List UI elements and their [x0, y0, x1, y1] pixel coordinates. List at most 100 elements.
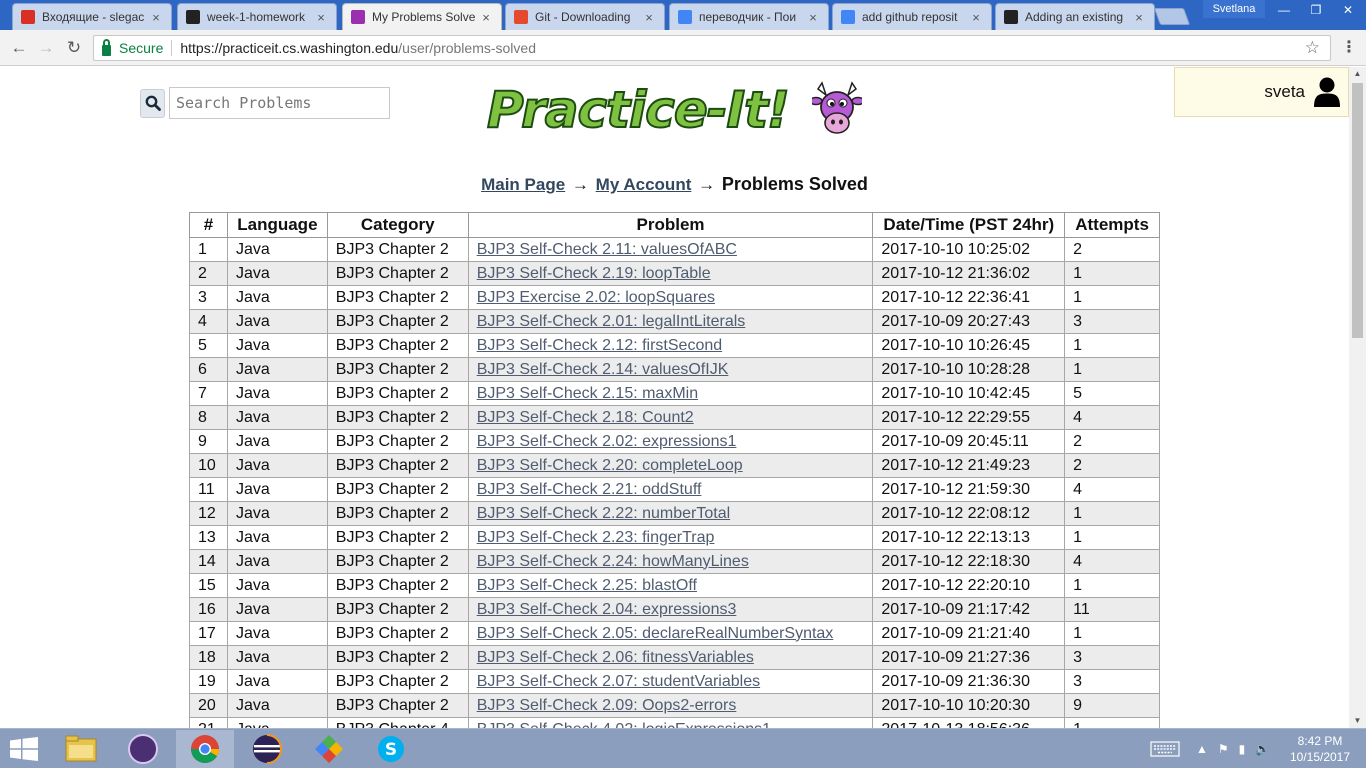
browser-tab[interactable]: Git - Downloading × [505, 3, 665, 30]
github-icon [1004, 10, 1018, 24]
table-row: 1 Java BJP3 Chapter 2 BJP3 Self-Check 2.11:… [189, 237, 1160, 262]
breadcrumb: Main Page → My Account → Problems Solved [0, 174, 1349, 195]
search-input[interactable] [169, 87, 390, 119]
taskbar-github-desktop[interactable] [114, 730, 172, 768]
tab-close-icon[interactable]: × [642, 10, 656, 25]
browser-tab[interactable]: add github reposit × [832, 3, 992, 30]
row-category: BJP3 Chapter 2 [326, 237, 469, 262]
table-row: 12 Java BJP3 Chapter 2 BJP3 Self-Check 2.22… [189, 501, 1160, 526]
row-number: 6 [189, 357, 228, 382]
volume-icon[interactable]: 🔈 [1255, 742, 1270, 756]
page-title: Problems Solved [721, 174, 868, 194]
browser-tab[interactable]: week-1-homework × [177, 3, 337, 30]
problem-link[interactable]: BJP3 Self-Check 2.02: expressions1 [477, 433, 737, 450]
taskbar-tiles-app[interactable] [300, 730, 358, 768]
problem-link[interactable]: BJP3 Self-Check 2.15: maxMin [477, 385, 698, 402]
search-button[interactable] [140, 88, 165, 118]
row-category: BJP3 Chapter 2 [326, 693, 469, 718]
problem-link[interactable]: BJP3 Self-Check 2.25: blastOff [477, 577, 697, 594]
page-content: Practice-It! sveta Main Page → My Accoun… [0, 67, 1349, 728]
problem-link[interactable]: BJP3 Self-Check 2.19: loopTable [477, 265, 711, 282]
table-row: 8 Java BJP3 Chapter 2 BJP3 Self-Check 2.18:… [189, 405, 1160, 430]
page-scrollbar[interactable]: ▲ ▼ [1349, 67, 1366, 728]
problem-link[interactable]: BJP3 Self-Check 2.11: valuesOfABC [477, 241, 737, 258]
row-language: Java [226, 405, 328, 430]
browser-menu-icon[interactable]: ⋮ [1341, 38, 1357, 58]
problem-link[interactable]: BJP3 Self-Check 2.06: fitnessVariables [477, 649, 754, 666]
windows-start-icon[interactable] [10, 737, 38, 761]
github-desktop-icon [128, 734, 158, 764]
tab-close-icon[interactable]: × [479, 10, 493, 25]
problem-link[interactable]: BJP3 Self-Check 2.01: legalIntLiterals [477, 313, 746, 330]
minimize-button[interactable]: — [1268, 0, 1300, 20]
taskbar-skype[interactable]: S [362, 730, 420, 768]
row-number: 15 [189, 573, 228, 598]
row-category: BJP3 Chapter 2 [326, 261, 469, 286]
breadcrumb-my-account[interactable]: My Account [596, 175, 692, 194]
scroll-thumb[interactable] [1352, 83, 1363, 338]
taskbar-eclipse[interactable] [238, 730, 296, 768]
problem-link[interactable]: BJP3 Self-Check 2.07: studentVariables [477, 673, 760, 690]
bookmark-star-icon[interactable]: ☆ [1305, 38, 1320, 58]
row-category: BJP3 Chapter 2 [326, 549, 469, 574]
row-problem-cell: BJP3 Self-Check 2.25: blastOff [467, 573, 874, 598]
network-icon[interactable]: ▮ [1239, 742, 1246, 756]
tab-close-icon[interactable]: × [1132, 10, 1146, 25]
row-datetime: 2017-10-12 21:49:23 [872, 453, 1066, 478]
scroll-up-arrow-icon[interactable]: ▲ [1349, 67, 1366, 81]
back-button[interactable]: ← [8, 37, 30, 59]
tab-close-icon[interactable]: × [969, 10, 983, 25]
problem-link[interactable]: BJP3 Self-Check 2.09: Oops2-errors [477, 697, 737, 714]
keyboard-icon[interactable] [1150, 741, 1180, 757]
problem-link[interactable]: BJP3 Self-Check 2.14: valuesOfIJK [477, 361, 729, 378]
problem-link[interactable]: BJP3 Self-Check 2.05: declareRealNumberS… [477, 625, 834, 642]
google-icon [841, 10, 855, 24]
maximize-button[interactable]: ❐ [1300, 0, 1332, 20]
row-problem-cell: BJP3 Self-Check 2.15: maxMin [467, 381, 874, 406]
scroll-down-arrow-icon[interactable]: ▼ [1349, 714, 1366, 728]
problem-link[interactable]: BJP3 Self-Check 2.20: completeLoop [477, 457, 743, 474]
tiles-app-icon [315, 735, 343, 763]
taskbar-clock[interactable]: 8:42 PM 10/15/2017 [1285, 733, 1355, 765]
problem-link[interactable]: BJP3 Self-Check 2.23: fingerTrap [477, 529, 715, 546]
tab-close-icon[interactable]: × [149, 10, 163, 25]
lock-icon [102, 38, 111, 56]
browser-tab[interactable]: Adding an existing × [995, 3, 1155, 30]
problem-link[interactable]: BJP3 Self-Check 2.18: Count2 [477, 409, 694, 426]
browser-tab[interactable]: переводчик - Пои × [669, 3, 829, 30]
problem-link[interactable]: BJP3 Self-Check 2.22: numberTotal [477, 505, 730, 522]
row-attempts: 5 [1064, 381, 1160, 406]
user-name[interactable]: sveta [1264, 82, 1305, 102]
problem-link[interactable]: BJP3 Exercise 2.02: loopSquares [477, 289, 715, 306]
taskbar-chrome[interactable] [176, 730, 234, 768]
problem-link[interactable]: BJP3 Self-Check 4.02: logicExpressions1 [477, 721, 771, 729]
close-window-button[interactable]: ✕ [1332, 0, 1364, 20]
taskbar-file-explorer[interactable] [52, 730, 110, 768]
row-language: Java [226, 237, 328, 262]
row-attempts: 1 [1064, 573, 1160, 598]
reload-button[interactable]: ↻ [63, 37, 85, 59]
browser-tab[interactable]: Входящие - slegac × [12, 3, 172, 30]
breadcrumb-main-page[interactable]: Main Page [481, 175, 565, 194]
problem-link[interactable]: BJP3 Self-Check 2.21: oddStuff [477, 481, 702, 498]
tab-close-icon[interactable]: × [806, 10, 820, 25]
address-bar[interactable]: Secure https://practiceit.cs.washington.… [93, 35, 1331, 61]
problem-link[interactable]: BJP3 Self-Check 2.24: howManyLines [477, 553, 749, 570]
forward-button[interactable]: → [35, 37, 57, 59]
git-icon [514, 10, 528, 24]
flag-icon[interactable]: ⚑ [1218, 742, 1229, 756]
search-icon [145, 95, 161, 111]
row-attempts: 1 [1064, 501, 1160, 526]
profile-button[interactable]: Svetlana [1203, 0, 1265, 18]
row-category: BJP3 Chapter 2 [326, 405, 469, 430]
practiceit-logo[interactable]: Practice-It! [486, 79, 867, 145]
browser-tab[interactable]: My Problems Solve × [342, 3, 502, 30]
new-tab-button[interactable] [1153, 8, 1191, 25]
skype-icon: S [378, 736, 404, 762]
problem-link[interactable]: BJP3 Self-Check 2.04: expressions3 [477, 601, 737, 618]
problem-link[interactable]: BJP3 Self-Check 2.12: firstSecond [477, 337, 722, 354]
user-avatar-icon[interactable] [1313, 77, 1341, 107]
tray-chevron-up-icon[interactable]: ▲ [1196, 742, 1208, 756]
tab-close-icon[interactable]: × [314, 10, 328, 25]
google-icon [678, 10, 692, 24]
